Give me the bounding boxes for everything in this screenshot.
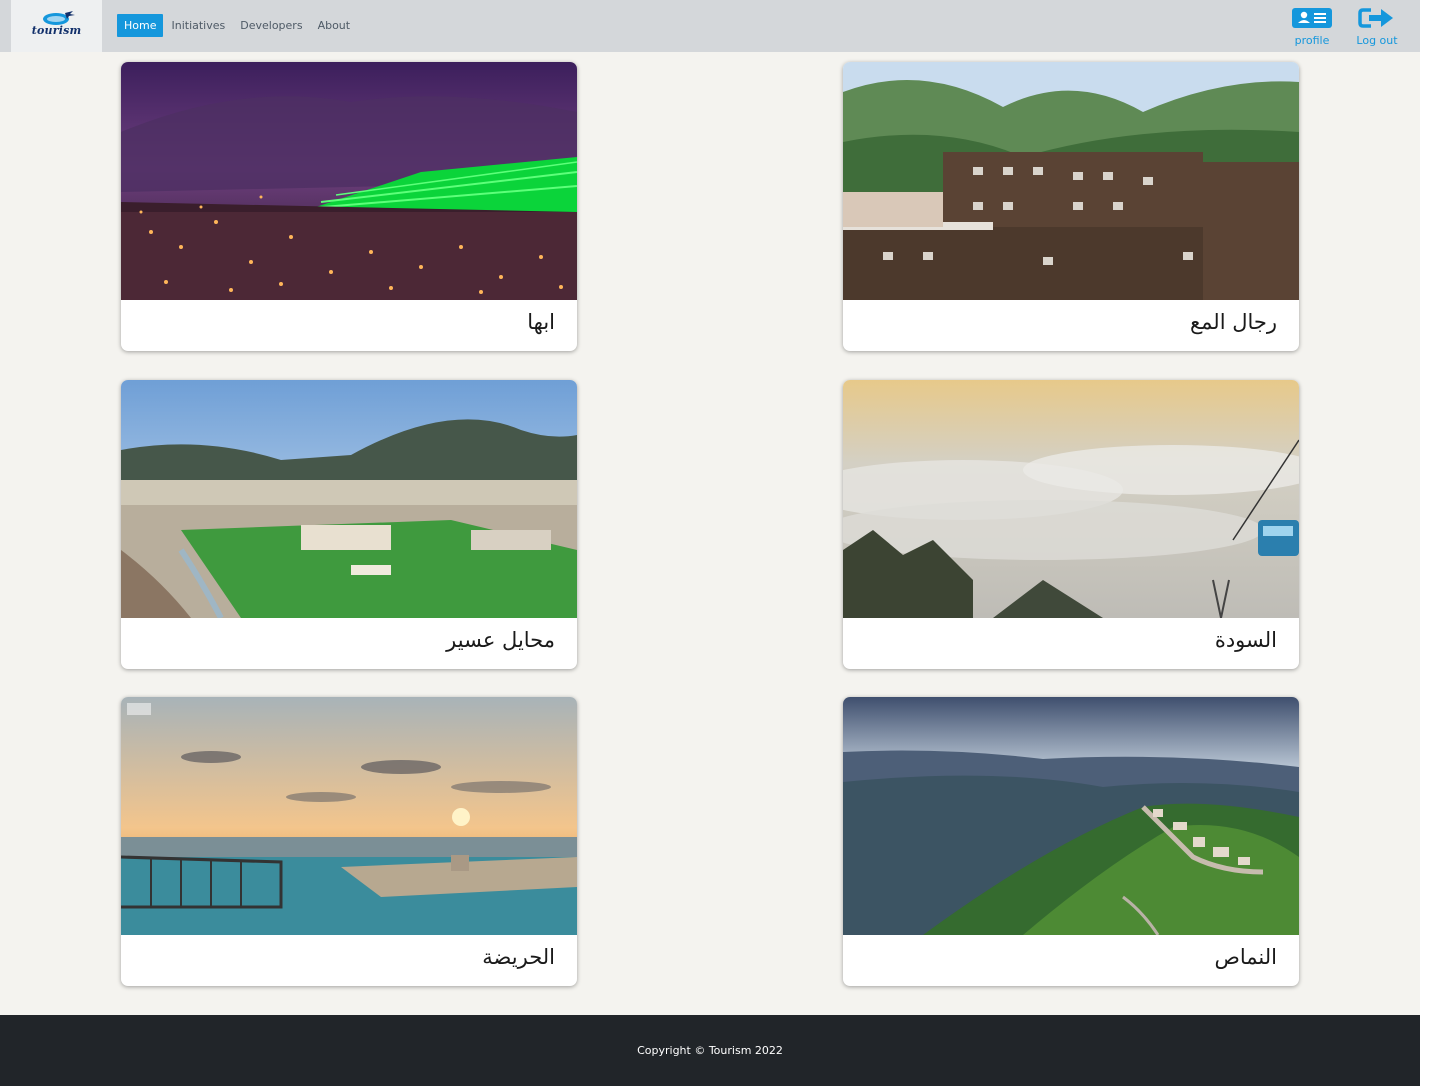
card-title: رجال المع (1189, 310, 1277, 334)
card-rijal-almaa[interactable]: رجال المع (843, 62, 1299, 351)
profile-card-icon (1292, 8, 1332, 28)
profile-label: profile (1294, 34, 1330, 47)
card-al-soudah[interactable]: السودة (843, 380, 1299, 669)
card-title: السودة (1214, 628, 1277, 652)
card-al-huraydah[interactable]: الحريضة (121, 697, 577, 986)
brand-logo[interactable]: tourism (11, 0, 102, 52)
card-photo (843, 380, 1299, 618)
card-photo (121, 697, 577, 935)
profile-button[interactable]: profile (1289, 7, 1335, 47)
card-photo (843, 697, 1299, 935)
brand-name: tourism (31, 24, 82, 37)
footer-copyright: Copyright © Tourism 2022 (637, 1044, 783, 1057)
card-title: الحريضة (482, 945, 555, 969)
nav-about[interactable]: About (311, 14, 358, 37)
card-title: محايل عسير (446, 628, 555, 652)
nav-home[interactable]: Home (117, 14, 164, 37)
card-title: النماص (1214, 945, 1278, 969)
navbar: tourism Home Initiatives Developers Abou… (0, 0, 1420, 52)
nav-links: Home Initiatives Developers About (117, 14, 358, 37)
nav-initiatives[interactable]: Initiatives (164, 14, 232, 37)
footer: Copyright © Tourism 2022 (0, 1015, 1420, 1086)
card-muhayil-asir[interactable]: محايل عسير (121, 380, 577, 669)
page: tourism Home Initiatives Developers Abou… (0, 0, 1420, 1086)
nav-developers[interactable]: Developers (233, 14, 309, 37)
card-photo (121, 62, 577, 300)
logout-arrow-icon (1358, 8, 1393, 28)
card-title: ابها (527, 310, 555, 334)
logout-button[interactable]: Log out (1349, 7, 1405, 47)
card-abha[interactable]: ابها (121, 62, 577, 351)
card-photo (843, 62, 1299, 300)
logout-label: Log out (1356, 34, 1398, 47)
card-photo (121, 380, 577, 618)
card-al-namas[interactable]: النماص (843, 697, 1299, 986)
